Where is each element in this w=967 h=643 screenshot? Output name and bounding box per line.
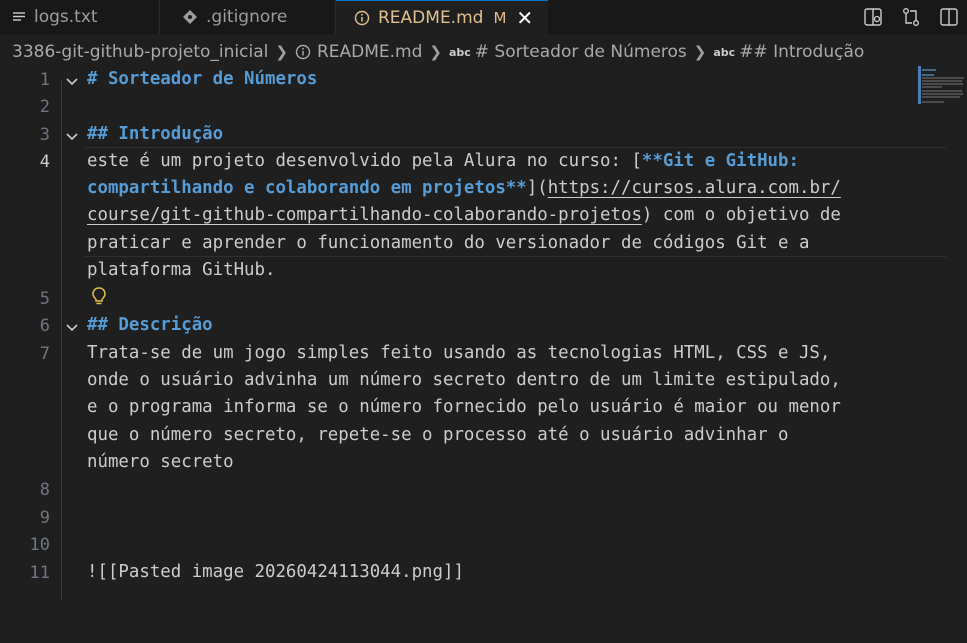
code-line-7a: Trata-se de um jogo simples feito usando… (87, 343, 831, 363)
text-segment: com o objetivo de (652, 205, 841, 225)
editor-area[interactable]: 1 2 3 4 5 6 7 8 9 10 11 # Sorteador de N… (0, 66, 967, 643)
code-line-7e: número secreto (87, 452, 234, 472)
chevron-right-icon: ❯ (693, 43, 707, 61)
info-icon (354, 10, 370, 26)
editor-actions (861, 0, 967, 34)
tab-label: README.md (378, 7, 484, 28)
bracket-segment: ) (641, 205, 653, 225)
chevron-down-icon[interactable] (64, 320, 80, 336)
code-line-4d: praticar e aprender o funcionamento do v… (87, 233, 810, 253)
line-number: 2 (39, 97, 50, 117)
line-number: 5 (39, 289, 50, 309)
code-line-1: # Sorteador de Números (87, 69, 318, 89)
git-diamond-icon (182, 9, 198, 25)
tab-bar: logs.txt .gitignore README.md M ✕ (0, 0, 967, 34)
line-number: 8 (39, 480, 50, 500)
link-url[interactable]: https://cursos.alura.com.br/ (548, 178, 841, 198)
string-symbol-icon: abc (713, 45, 736, 59)
chevron-right-icon: ❯ (429, 43, 442, 61)
compare-changes-icon[interactable] (899, 5, 923, 29)
open-preview-icon[interactable] (861, 5, 885, 29)
line-number: 3 (39, 125, 50, 145)
tab-label: logs.txt (34, 7, 98, 27)
line-number: 1 (39, 70, 50, 90)
tab-logs-txt[interactable]: logs.txt (0, 0, 160, 34)
breadcrumb-file-label: README.md (316, 42, 423, 62)
split-editor-icon[interactable] (937, 5, 961, 29)
modified-badge: M (493, 8, 507, 27)
code-content: # Sorteador de Números ## Introdução est… (87, 66, 841, 582)
string-symbol-icon: abc (448, 45, 471, 59)
code-line-4e: plataforma GitHub. (87, 260, 276, 280)
line-number-gutter: 1 2 3 4 5 6 7 8 9 10 11 (0, 66, 84, 643)
breadcrumb: 3386-git-github-projeto_inicial ❯ README… (0, 34, 967, 70)
minimap[interactable] (918, 66, 967, 106)
breadcrumb-section-1[interactable]: abc # Sorteador de Números (449, 42, 687, 62)
minimap-slider[interactable] (918, 66, 921, 104)
info-icon (295, 44, 311, 60)
code-line-6: ## Descrição (87, 315, 213, 335)
breadcrumb-section-2[interactable]: abc ## Introdução (713, 42, 864, 62)
breadcrumb-section-1-label: # Sorteador de Números (474, 42, 687, 62)
link-text-segment: compartilhando e colaborando em projetos… (87, 178, 527, 198)
line-number: 10 (29, 535, 50, 555)
text-segment: este é um projeto desenvolvido pela Alur… (87, 151, 642, 171)
bracket-segment: ]( (526, 178, 548, 198)
code-line-11: ![[Pasted image 20260424113044.png]] (87, 562, 464, 582)
close-icon[interactable]: ✕ (516, 8, 533, 28)
code-line-4c: course/git-github-compartilhando-colabor… (87, 205, 841, 225)
code-line-7d: que o número secreto, repete-se o proces… (87, 425, 789, 445)
code-line-3: ## Introdução (87, 124, 224, 144)
link-text-segment: **Git e GitHub: (641, 151, 799, 171)
code-line-4a: este é um projeto desenvolvido pela Alur… (87, 151, 799, 171)
chevron-right-icon: ❯ (275, 43, 288, 61)
tab-gitignore[interactable]: .gitignore (160, 0, 336, 34)
line-number: 9 (39, 508, 50, 528)
line-number: 11 (29, 563, 50, 583)
code-line-4b: compartilhando e colaborando em projetos… (87, 178, 841, 198)
breadcrumb-section-2-label: ## Introdução (739, 42, 865, 62)
list-lines-icon (12, 10, 26, 24)
code-line-7b: onde o usuário advinha um número secreto… (87, 370, 841, 390)
tab-readme-md[interactable]: README.md M ✕ (336, 0, 548, 34)
line-number: 6 (39, 316, 50, 336)
breadcrumb-folder[interactable]: 3386-git-github-projeto_inicial (12, 42, 268, 62)
breadcrumb-file[interactable]: README.md (295, 42, 422, 62)
chevron-down-icon[interactable] (64, 129, 80, 145)
line-number: 7 (39, 344, 50, 364)
code-line-7c: e o programa informa se o número forneci… (87, 397, 841, 417)
tab-label: .gitignore (206, 7, 288, 27)
chevron-down-icon[interactable] (64, 74, 80, 90)
link-url[interactable]: course/git-github-compartilhando-colabor… (87, 205, 642, 225)
line-number-current: 4 (39, 152, 50, 172)
